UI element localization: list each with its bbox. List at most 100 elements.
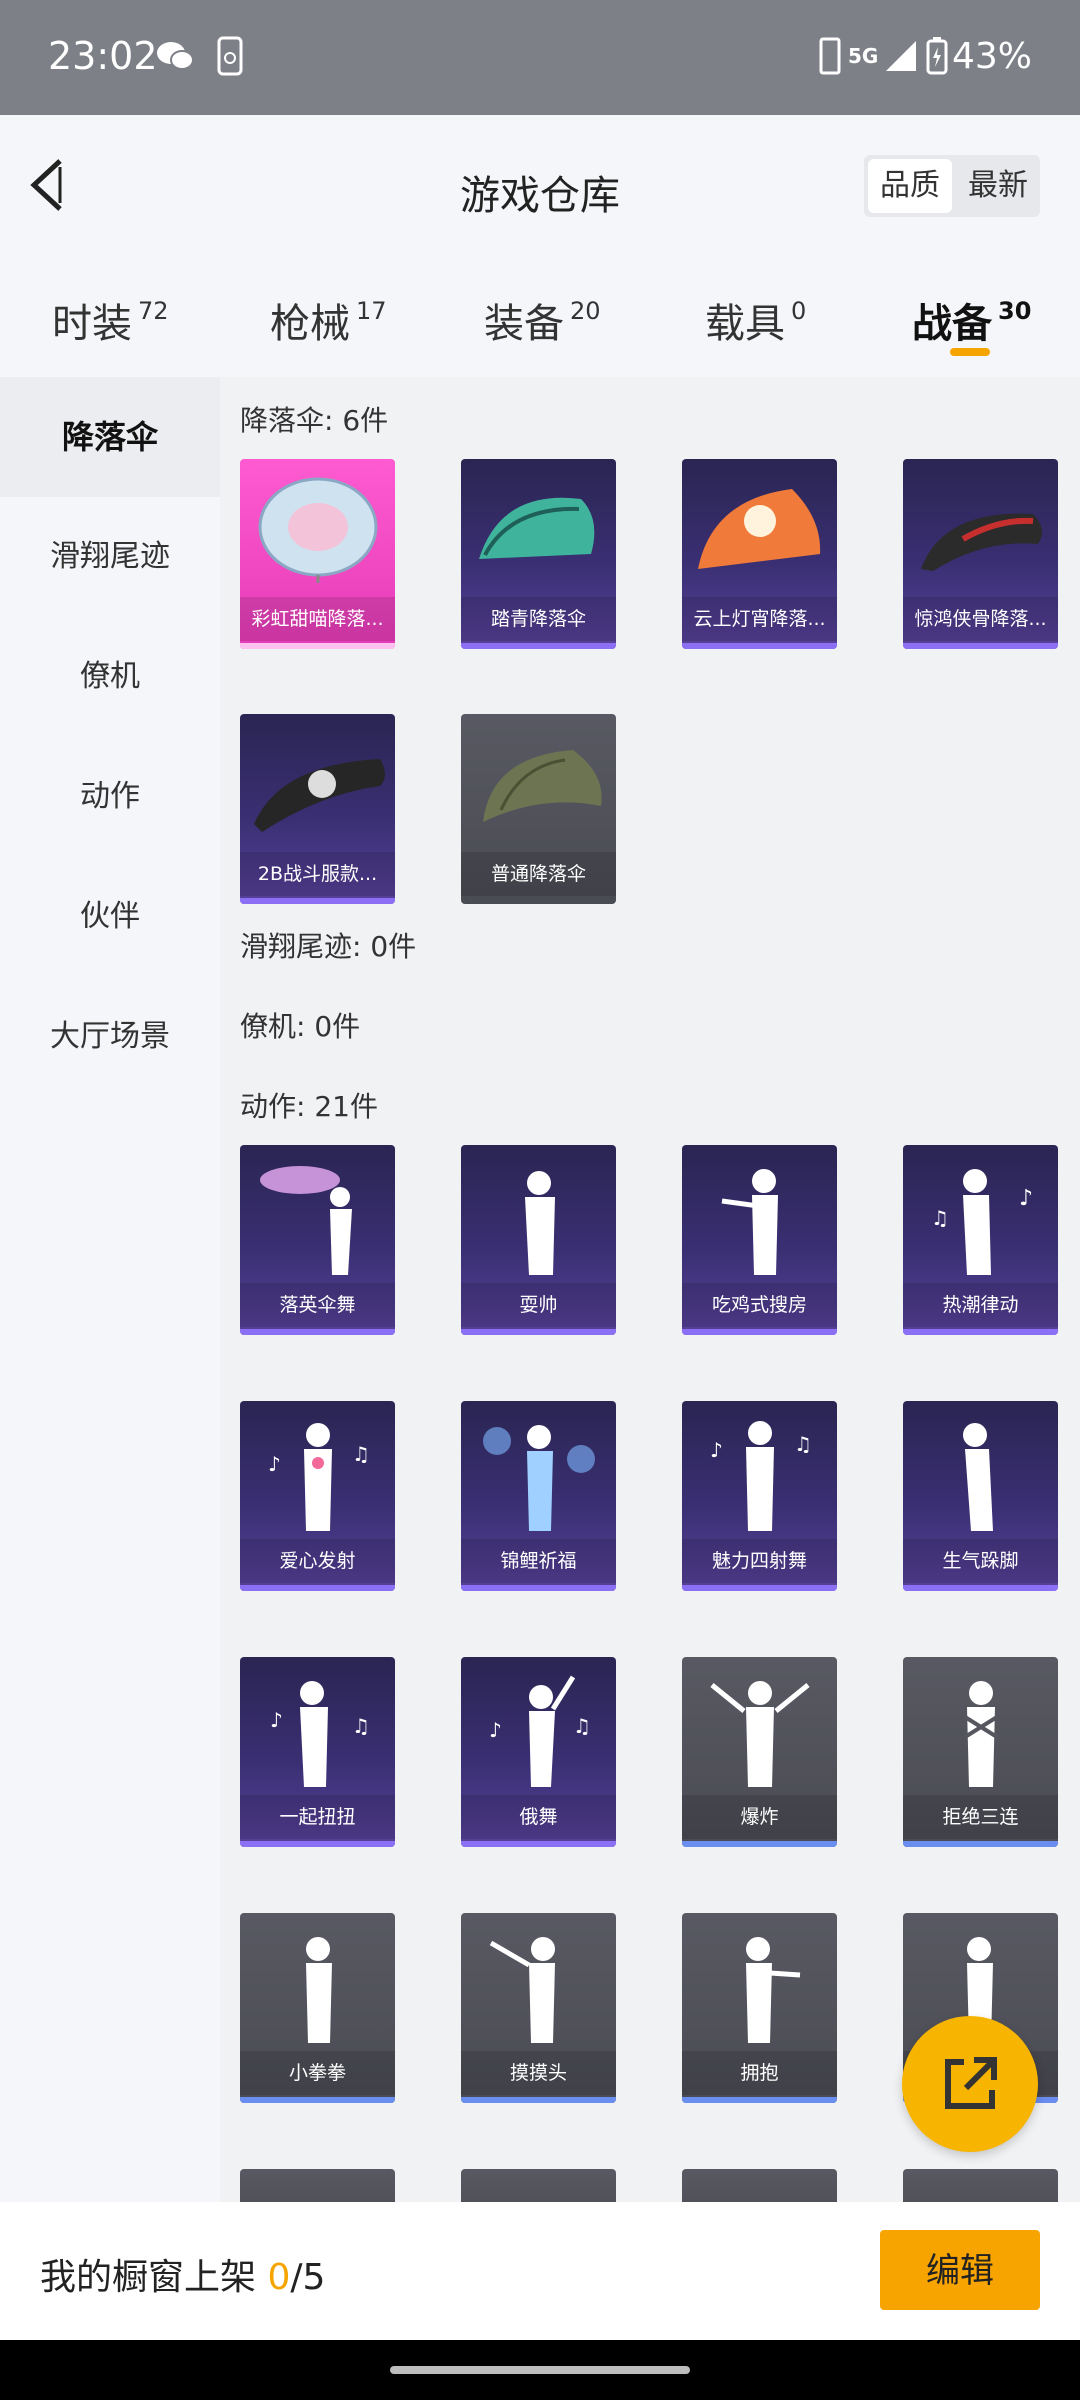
tab-label: 装备 (484, 301, 564, 347)
sort-toggle: 品质 最新 (864, 155, 1040, 217)
dancer-figure-icon (710, 1681, 810, 1787)
item-card[interactable]: 普通降落伞 (461, 714, 616, 904)
item-card[interactable]: ♪ ♫ 一起扭扭 (240, 1657, 395, 1847)
svg-text:♪: ♪ (489, 1718, 502, 1742)
item-card[interactable]: 摸摸头 (461, 1913, 616, 2103)
dancer-figure-icon: ♪♫ (270, 1681, 370, 1787)
item-name: 魅力四射舞 (682, 1539, 837, 1583)
section-title-emote: 动作: 21件 (240, 1090, 378, 1123)
dancer-figure-icon (525, 1171, 555, 1275)
item-card[interactable] (903, 2169, 1058, 2202)
item-card[interactable]: ♪ ♫ 热潮律动 (903, 1145, 1058, 1335)
item-card[interactable]: 云上灯宵降落... (682, 459, 837, 649)
dancer-figure-icon: ♪♫ (931, 1169, 1033, 1275)
showcase-status: 我的橱窗上架 0/5 (40, 2248, 325, 2300)
status-bar: 23:02 5G 43% (0, 0, 1080, 115)
sidebar-item-parachute[interactable]: 降落伞 (0, 377, 220, 497)
active-tab-indicator (950, 348, 990, 356)
tab-label: 枪械 (270, 301, 350, 347)
item-card[interactable]: 小拳拳 (240, 1913, 395, 2103)
item-card[interactable]: 彩虹甜喵降落... (240, 459, 395, 649)
item-name: 拥抱 (682, 2051, 837, 2095)
item-card[interactable] (682, 2169, 837, 2202)
item-name: 爆炸 (682, 1795, 837, 1839)
item-card[interactable]: ♪ ♫ 爱心发射 (240, 1401, 395, 1591)
item-name: 一起扭扭 (240, 1795, 395, 1839)
dancer-figure-icon (260, 1166, 352, 1275)
item-card[interactable]: 落英伞舞 (240, 1145, 395, 1335)
item-name: 摸摸头 (461, 2051, 616, 2095)
item-name: 云上灯宵降落... (682, 597, 837, 641)
tab-fashion[interactable]: 时装 72 (52, 291, 169, 349)
item-name: 俄舞 (461, 1795, 616, 1839)
share-external-icon (945, 2057, 997, 2109)
parachute-icon (479, 497, 595, 559)
edit-button[interactable]: 编辑 (880, 2230, 1040, 2310)
item-name: 2B战斗服款... (240, 852, 395, 896)
sort-latest-button[interactable]: 最新 (956, 155, 1040, 217)
item-card[interactable]: 拒绝三连 (903, 1657, 1058, 1847)
tab-equipment[interactable]: 装备 20 (484, 291, 601, 349)
sidebar-item-lobby-scene[interactable]: 大厅场景 (0, 977, 220, 1097)
svg-text:♫: ♫ (352, 1442, 370, 1466)
sim-icon (818, 36, 842, 76)
item-card[interactable]: 耍帅 (461, 1145, 616, 1335)
network-label: 5G (848, 44, 879, 68)
svg-text:♫: ♫ (573, 1714, 591, 1738)
svg-text:♪: ♪ (1019, 1186, 1033, 1211)
sidebar: 降落伞 滑翔尾迹 僚机 动作 伙伴 大厅场景 (0, 377, 220, 2202)
item-name: 普通降落伞 (461, 852, 616, 896)
home-gesture-handle[interactable] (390, 2366, 690, 2374)
item-name: 踏青降落伞 (461, 597, 616, 641)
item-name: 惊鸿侠骨降落... (903, 597, 1058, 641)
signal-icon (884, 36, 918, 76)
svg-text:♪: ♪ (270, 1708, 283, 1732)
showcase-total: /5 (290, 2257, 326, 2298)
item-card[interactable]: 2B战斗服款... (240, 714, 395, 904)
item-card[interactable]: 吃鸡式搜房 (682, 1145, 837, 1335)
dancer-figure-icon (489, 1937, 555, 2043)
battery-icon (926, 36, 948, 76)
svg-text:♫: ♫ (352, 1714, 370, 1738)
tab-guns[interactable]: 枪械 17 (270, 291, 387, 349)
parachute-icon (258, 477, 378, 583)
dancer-figure-icon (746, 1937, 801, 2043)
parachute-icon (254, 759, 385, 832)
section-title-parachute: 降落伞: 6件 (240, 404, 389, 437)
svg-text:♫: ♫ (931, 1206, 949, 1230)
item-card[interactable]: ♪ ♫ 俄舞 (461, 1657, 616, 1847)
sort-quality-button[interactable]: 品质 (868, 159, 952, 213)
tab-supplies[interactable]: 战备 30 (912, 291, 1031, 349)
item-name: 爱心发射 (240, 1539, 395, 1583)
showcase-bar: 我的橱窗上架 0/5 编辑 (0, 2202, 1080, 2340)
sidebar-item-glide-trail[interactable]: 滑翔尾迹 (0, 497, 220, 617)
item-name: 耍帅 (461, 1283, 616, 1327)
item-name: 拒绝三连 (903, 1795, 1058, 1839)
sidebar-item-wingman[interactable]: 僚机 (0, 617, 220, 737)
svg-text:♪: ♪ (710, 1438, 723, 1462)
share-button[interactable] (902, 2016, 1038, 2152)
dancer-figure-icon (721, 1169, 778, 1275)
item-name: 彩虹甜喵降落... (240, 597, 395, 641)
sidebar-item-partner[interactable]: 伙伴 (0, 857, 220, 977)
category-tabs: 时装 72 枪械 17 装备 20 载具 0 战备 30 (0, 255, 1080, 377)
item-card[interactable]: 惊鸿侠骨降落... (903, 459, 1058, 649)
item-card[interactable]: 生气跺脚 (903, 1401, 1058, 1591)
item-card[interactable]: 拥抱 (682, 1913, 837, 2103)
item-card[interactable]: 踏青降落伞 (461, 459, 616, 649)
section-title-wingman: 僚机: 0件 (240, 1010, 361, 1043)
dancer-figure-icon (963, 1681, 999, 1787)
tab-label: 时装 (52, 301, 132, 347)
phone-sync-icon (215, 36, 245, 76)
tab-count: 72 (138, 297, 169, 325)
item-card[interactable] (461, 2169, 616, 2202)
item-card[interactable]: 锦鲤祈福 (461, 1401, 616, 1591)
sidebar-item-emote[interactable]: 动作 (0, 737, 220, 857)
parachute-icon (483, 750, 602, 822)
item-card[interactable] (240, 2169, 395, 2202)
dancer-figure-icon: ♪♫ (268, 1423, 370, 1531)
item-name: 锦鲤祈福 (461, 1539, 616, 1583)
tab-vehicles[interactable]: 载具 0 (705, 291, 806, 349)
item-card[interactable]: 爆炸 (682, 1657, 837, 1847)
item-card[interactable]: ♪ ♫ 魅力四射舞 (682, 1401, 837, 1591)
